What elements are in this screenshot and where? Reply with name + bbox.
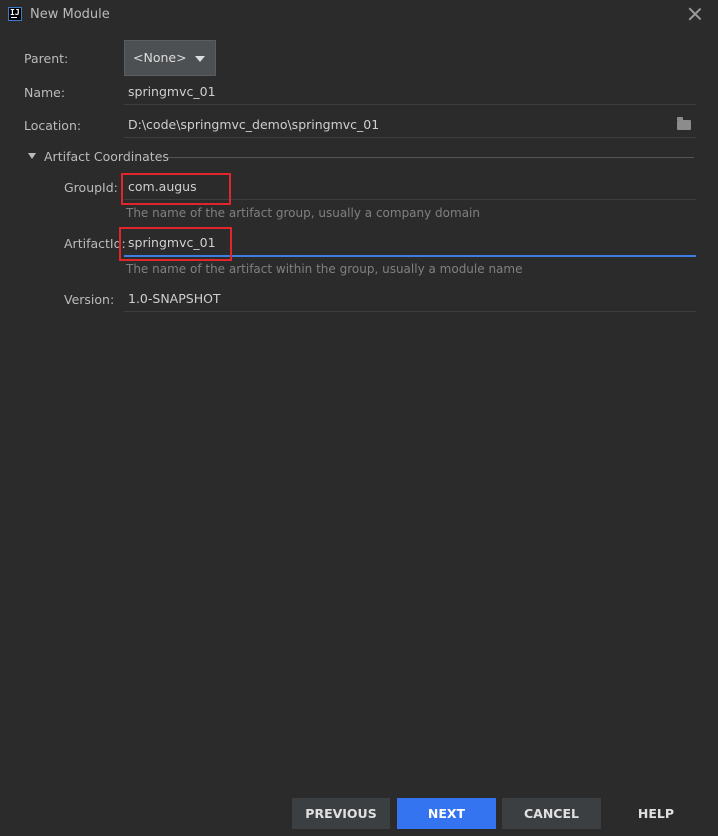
collapse-triangle-icon[interactable] xyxy=(28,153,36,159)
location-input[interactable]: D:\code\springmvc_demo\springmvc_01 xyxy=(124,112,696,138)
folder-icon[interactable] xyxy=(677,117,691,130)
next-button[interactable]: NEXT xyxy=(397,798,496,829)
artifactid-label: ArtifactId: xyxy=(64,236,126,251)
groupid-hint: The name of the artifact group, usually … xyxy=(126,206,480,220)
new-module-dialog: IJ New Module Parent: <None> Name: sprin… xyxy=(0,0,718,836)
cancel-button[interactable]: CANCEL xyxy=(502,798,601,829)
version-label: Version: xyxy=(64,292,115,307)
app-icon-text: IJ xyxy=(10,8,20,17)
chevron-down-icon xyxy=(195,56,205,62)
title-bar: IJ New Module xyxy=(0,0,718,30)
parent-dropdown[interactable]: <None> xyxy=(124,40,216,76)
previous-button[interactable]: PREVIOUS xyxy=(292,798,390,829)
help-button[interactable]: HELP xyxy=(608,798,704,829)
parent-dropdown-value: <None> xyxy=(133,50,187,65)
groupid-label: GroupId: xyxy=(64,180,118,195)
artifactid-hint: The name of the artifact within the grou… xyxy=(126,262,523,276)
window-title: New Module xyxy=(30,7,110,22)
version-input[interactable]: 1.0-SNAPSHOT xyxy=(124,286,696,312)
artifactid-input[interactable]: springmvc_01 xyxy=(124,230,696,257)
name-input[interactable]: springmvc_01 xyxy=(124,79,696,105)
location-label: Location: xyxy=(24,118,82,133)
groupid-input[interactable]: com.augus xyxy=(124,174,696,200)
section-divider xyxy=(168,157,694,158)
parent-label: Parent: xyxy=(24,51,69,66)
close-icon[interactable] xyxy=(688,7,702,21)
intellij-app-icon: IJ xyxy=(8,7,22,21)
artifact-coordinates-title[interactable]: Artifact Coordinates xyxy=(44,149,169,164)
name-label: Name: xyxy=(24,85,66,100)
